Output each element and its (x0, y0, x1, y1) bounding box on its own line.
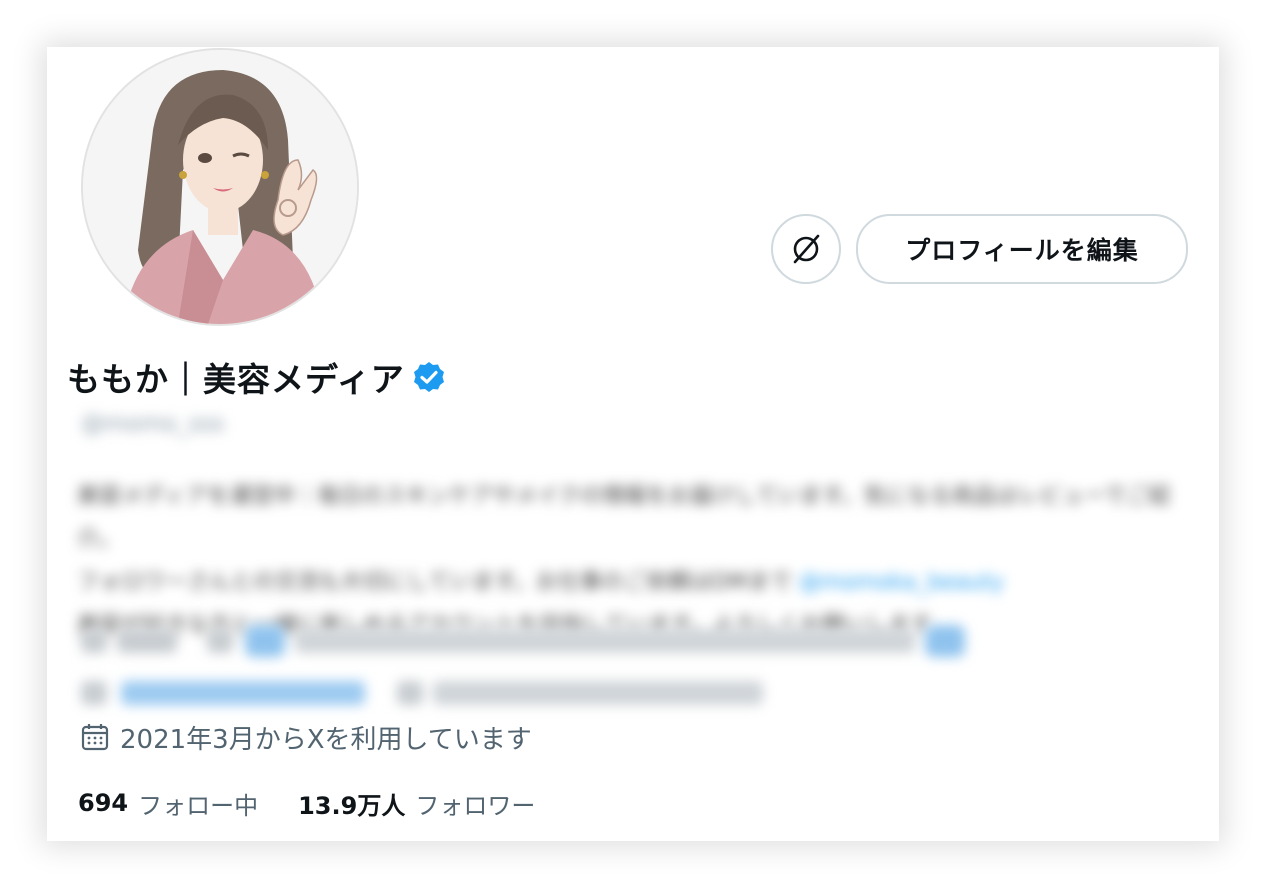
calendar-icon (80, 722, 110, 752)
bio-line: 美容メディアを運営中｜毎日のスキンケアやメイクの情報をお届けしています。気になる… (77, 484, 1171, 552)
profile-card: プロフィールを編集 ももか｜美容メディア @momo_sss 美容メディアを運営… (47, 47, 1219, 841)
bio-link[interactable]: @momoka_beauty (799, 570, 1004, 595)
settings-button[interactable] (771, 214, 841, 284)
birthday-icon (397, 681, 423, 705)
no-symbol-icon (793, 234, 820, 264)
follow-stats: 694 フォロー中 13.9万人 フォロワー (78, 783, 535, 823)
emoji-icon (245, 625, 285, 657)
avatar[interactable] (81, 48, 359, 326)
profile-meta-row (77, 671, 777, 713)
followers-label[interactable]: フォロワー (415, 786, 535, 821)
category-text (117, 629, 177, 653)
profile-meta-row (77, 619, 997, 661)
emoji-icon (925, 625, 965, 657)
name-row: ももか｜美容メディア (67, 353, 447, 401)
following-label[interactable]: フォロー中 (138, 786, 258, 821)
display-name: ももか｜美容メディア (67, 360, 405, 399)
following-count[interactable]: 694 (78, 789, 128, 817)
joined-date: 2021年3月からXを利用しています (80, 715, 532, 759)
bio-text: フォロワーさんとの交流も大切にしています。お仕事のご依頼はDMまで (77, 570, 792, 595)
avatar-illustration (83, 50, 357, 324)
verified-badge-icon[interactable] (411, 359, 447, 395)
user-handle: @momo_sss (81, 411, 225, 437)
bio-line: フォロワーさんとの交流も大切にしています。お仕事のご依頼はDMまで @momok… (77, 561, 1187, 604)
location-text (295, 629, 915, 653)
birthday-text (433, 681, 763, 705)
joined-text: 2021年3月からXを利用しています (120, 724, 532, 755)
location-icon (207, 629, 233, 653)
website-link[interactable] (121, 681, 365, 705)
link-icon (81, 681, 107, 705)
category-icon (81, 629, 107, 653)
followers-count[interactable]: 13.9万人 (298, 786, 405, 821)
edit-profile-button[interactable]: プロフィールを編集 (856, 214, 1188, 284)
